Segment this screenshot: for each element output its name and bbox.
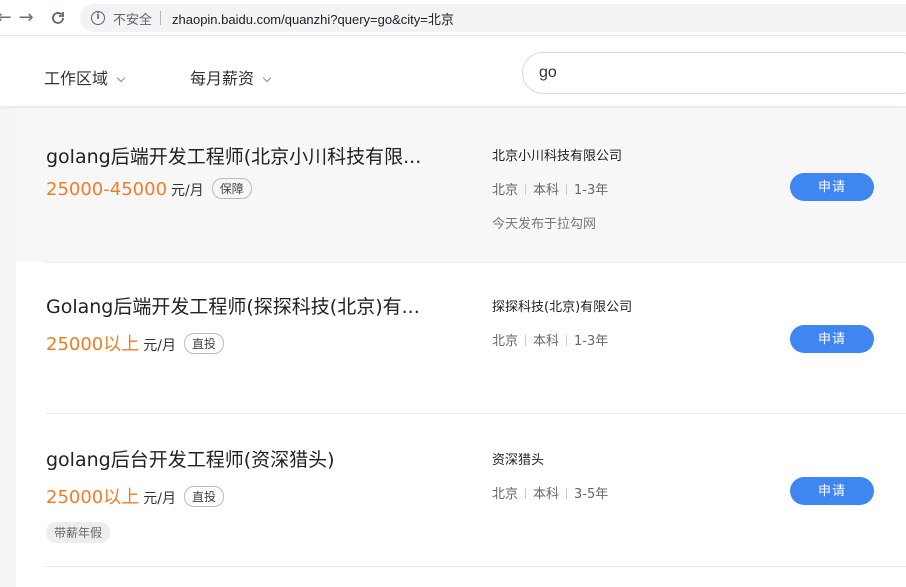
chevron-down-icon bbox=[262, 73, 272, 83]
url-text[interactable]: zhaopin.baidu.com/quanzhi?query=go&city=… bbox=[172, 9, 454, 28]
back-icon[interactable]: ← bbox=[0, 8, 14, 28]
job-meta: 北京 本科 1-3年 bbox=[492, 179, 608, 198]
job-row[interactable]: golang后台开发工程师(资深猎头) 25000以上 元/月 直投 带薪年假 资深… bbox=[16, 414, 906, 566]
job-education: 本科 bbox=[533, 334, 560, 349]
divider bbox=[160, 11, 161, 25]
salary-value: 25000以上 bbox=[46, 487, 140, 508]
salary-filter-label: 每月薪资 bbox=[190, 69, 255, 88]
job-meta: 北京 本科 1-3年 bbox=[492, 330, 608, 349]
divider bbox=[525, 488, 527, 499]
reload-icon[interactable] bbox=[48, 8, 68, 28]
area-filter-label: 工作区域 bbox=[44, 69, 109, 88]
job-tag: 直投 bbox=[183, 333, 224, 354]
apply-button[interactable]: 申请 bbox=[790, 325, 874, 353]
divider bbox=[525, 335, 527, 346]
security-label: 不安全 bbox=[113, 13, 153, 28]
row-divider bbox=[45, 566, 906, 567]
company-name[interactable]: 探探科技(北京)有限公司 bbox=[492, 296, 632, 315]
job-title[interactable]: Golang后端开发工程师(探探科技(北京)有... bbox=[46, 292, 420, 319]
divider bbox=[525, 184, 527, 195]
search-box[interactable] bbox=[522, 52, 906, 94]
filter-header: 工作区域 每月薪资 bbox=[0, 36, 906, 106]
job-row[interactable]: Golang后端开发工程师(探探科技(北京)有... 25000以上 元/月 直投 … bbox=[16, 263, 906, 413]
salary-line: 25000以上 元/月 直投 bbox=[46, 330, 224, 356]
job-tag: 直投 bbox=[183, 486, 224, 507]
forward-icon[interactable]: → bbox=[16, 8, 36, 28]
job-experience: 1-3年 bbox=[574, 334, 609, 349]
divider bbox=[566, 335, 568, 346]
salary-value: 25000-45000 bbox=[46, 179, 168, 200]
job-title[interactable]: golang后端开发工程师(北京小川科技有限... bbox=[46, 142, 421, 169]
salary-filter-dropdown[interactable]: 每月薪资 bbox=[190, 65, 272, 89]
search-input[interactable] bbox=[539, 62, 899, 84]
job-row[interactable]: golang后端开发工程师(北京小川科技有限... 25000-45000 元/月… bbox=[16, 108, 906, 262]
company-name[interactable]: 资深猎头 bbox=[492, 449, 544, 468]
job-title[interactable]: golang后台开发工程师(资深猎头) bbox=[46, 445, 335, 472]
salary-line: 25000-45000 元/月 保障 bbox=[46, 178, 252, 201]
salary-value: 25000以上 bbox=[46, 334, 140, 355]
address-bar[interactable]: i 不安全 zhaopin.baidu.com/quanzhi?query=go… bbox=[80, 4, 906, 32]
job-experience: 1-3年 bbox=[574, 183, 609, 198]
info-icon[interactable]: i bbox=[91, 11, 105, 25]
salary-line: 25000以上 元/月 直投 bbox=[46, 483, 224, 509]
area-filter-dropdown[interactable]: 工作区域 bbox=[44, 65, 126, 89]
job-city: 北京 bbox=[492, 334, 519, 349]
divider bbox=[566, 488, 568, 499]
job-city: 北京 bbox=[492, 487, 519, 502]
salary-unit: 元/月 bbox=[143, 491, 176, 507]
company-name[interactable]: 北京小川科技有限公司 bbox=[492, 145, 622, 164]
divider bbox=[566, 184, 568, 195]
job-city: 北京 bbox=[492, 183, 519, 198]
job-source: 今天发布于拉勾网 bbox=[492, 217, 597, 232]
job-experience: 3-5年 bbox=[574, 487, 609, 502]
job-education: 本科 bbox=[533, 183, 560, 198]
salary-unit: 元/月 bbox=[171, 183, 204, 199]
job-list: golang后端开发工程师(北京小川科技有限... 25000-45000 元/月… bbox=[16, 108, 906, 587]
job-meta: 北京 本科 3-5年 bbox=[492, 483, 608, 502]
salary-unit: 元/月 bbox=[143, 338, 176, 354]
job-tag: 保障 bbox=[211, 178, 252, 199]
apply-button[interactable]: 申请 bbox=[790, 477, 874, 505]
job-education: 本科 bbox=[533, 487, 560, 502]
browser-toolbar: ← → i 不安全 zhaopin.baidu.com/quanzhi?quer… bbox=[0, 0, 906, 36]
chevron-down-icon bbox=[116, 73, 126, 83]
apply-button[interactable]: 申请 bbox=[790, 173, 874, 201]
welfare-tag: 带薪年假 bbox=[46, 522, 111, 543]
